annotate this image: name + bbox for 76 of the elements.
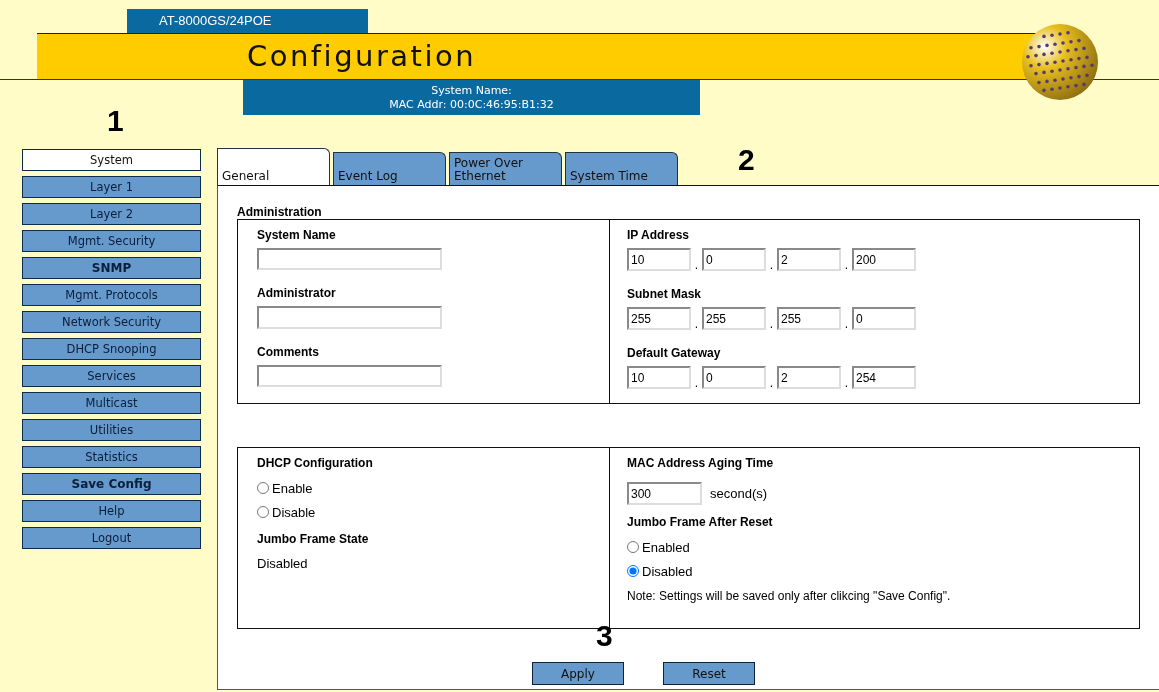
- section-title: Administration: [237, 205, 323, 219]
- unit-label: second(s): [710, 486, 768, 501]
- input-field[interactable]: [257, 248, 442, 271]
- radio-label: Disabled: [642, 563, 693, 579]
- dot-separator: .: [768, 259, 775, 271]
- dot-separator: .: [843, 259, 850, 271]
- input-field[interactable]: [257, 306, 442, 329]
- sidebar-item[interactable]: Layer 1: [22, 176, 201, 198]
- sidebar-item[interactable]: System: [22, 149, 201, 171]
- sidebar-item[interactable]: DHCP Snooping: [22, 338, 201, 360]
- tab[interactable]: General: [217, 148, 330, 185]
- radio-button[interactable]: [627, 541, 639, 553]
- sidebar-item[interactable]: Logout: [22, 527, 201, 549]
- dot-separator: .: [693, 318, 700, 330]
- callout-number: 2: [738, 145, 755, 175]
- field-label: IP Address: [627, 228, 691, 242]
- sidebar-item[interactable]: Multicast: [22, 392, 201, 414]
- sidebar-item[interactable]: Help: [22, 500, 201, 522]
- sidebar-item[interactable]: Mgmt. Protocols: [22, 284, 201, 306]
- status-value: Disabled: [257, 556, 309, 571]
- model-label: AT-8000GS/24POE: [127, 9, 368, 33]
- input-field[interactable]: [257, 364, 442, 387]
- field-label: DHCP Configuration: [257, 456, 374, 470]
- tab[interactable]: Event Log: [333, 152, 446, 185]
- field-label: Jumbo Frame After Reset: [627, 515, 774, 529]
- mac-address: MAC Addr: 00:0C:46:95:B1:32: [389, 97, 554, 112]
- radio-button[interactable]: [257, 482, 269, 494]
- callout-number: 1: [107, 106, 124, 136]
- radio-label: Disable: [272, 504, 316, 520]
- dot-separator: .: [693, 259, 700, 271]
- dot-separator: .: [843, 377, 850, 389]
- radio-label: Enable: [272, 480, 313, 496]
- form-button[interactable]: Apply: [532, 662, 624, 685]
- sidebar-item[interactable]: Utilities: [22, 419, 201, 441]
- field-label: Comments: [257, 344, 320, 359]
- field-label: Administrator: [257, 286, 337, 301]
- sidebar-item[interactable]: Statistics: [22, 446, 201, 468]
- dot-separator: .: [693, 377, 700, 389]
- radio-label: Enabled: [642, 539, 690, 555]
- tab[interactable]: Power Over Ethernet: [449, 152, 562, 185]
- sidebar-item[interactable]: Network Security: [22, 311, 201, 333]
- note-text: Note: Settings will be saved only after clikcing "Save Config".: [627, 589, 952, 603]
- sidebar-item[interactable]: Layer 2: [22, 203, 201, 225]
- input-field[interactable]: 2: [777, 366, 841, 389]
- field-label: MAC Address Aging Time: [627, 456, 775, 470]
- field-label: Jumbo Frame State: [257, 532, 370, 546]
- input-field[interactable]: 2: [777, 248, 841, 271]
- input-field[interactable]: 255: [777, 307, 841, 330]
- dot-separator: .: [843, 318, 850, 330]
- radio-button[interactable]: [627, 565, 639, 577]
- system-name-label: System Name:: [431, 83, 512, 98]
- form-button[interactable]: Reset: [663, 662, 755, 685]
- sidebar-item[interactable]: Mgmt. Security: [22, 230, 201, 252]
- input-field[interactable]: 10: [627, 248, 691, 271]
- field-label: System Name: [257, 228, 337, 242]
- dot-separator: .: [768, 318, 775, 330]
- sidebar-item[interactable]: SNMP: [22, 257, 201, 279]
- input-field[interactable]: 10: [627, 366, 691, 389]
- dot-separator: .: [768, 377, 775, 389]
- input-field[interactable]: 254: [852, 366, 916, 389]
- input-field[interactable]: 255: [627, 307, 691, 330]
- input-field[interactable]: 0: [702, 248, 766, 271]
- field-label: Default Gateway: [627, 346, 722, 360]
- input-field[interactable]: 0: [852, 307, 916, 330]
- input-field[interactable]: 0: [702, 366, 766, 389]
- field-label: Subnet Mask: [627, 287, 702, 301]
- input-field[interactable]: 255: [702, 307, 766, 330]
- input-field[interactable]: 200: [852, 248, 916, 271]
- page-title: Configuration: [247, 39, 477, 73]
- radio-button[interactable]: [257, 506, 269, 518]
- sidebar-item[interactable]: Services: [22, 365, 201, 387]
- globe-icon: [1020, 22, 1100, 102]
- callout-number: 3: [596, 621, 613, 651]
- tab[interactable]: System Time: [565, 152, 678, 185]
- sidebar-item[interactable]: Save Config: [22, 473, 201, 495]
- input-field[interactable]: 300: [627, 482, 702, 505]
